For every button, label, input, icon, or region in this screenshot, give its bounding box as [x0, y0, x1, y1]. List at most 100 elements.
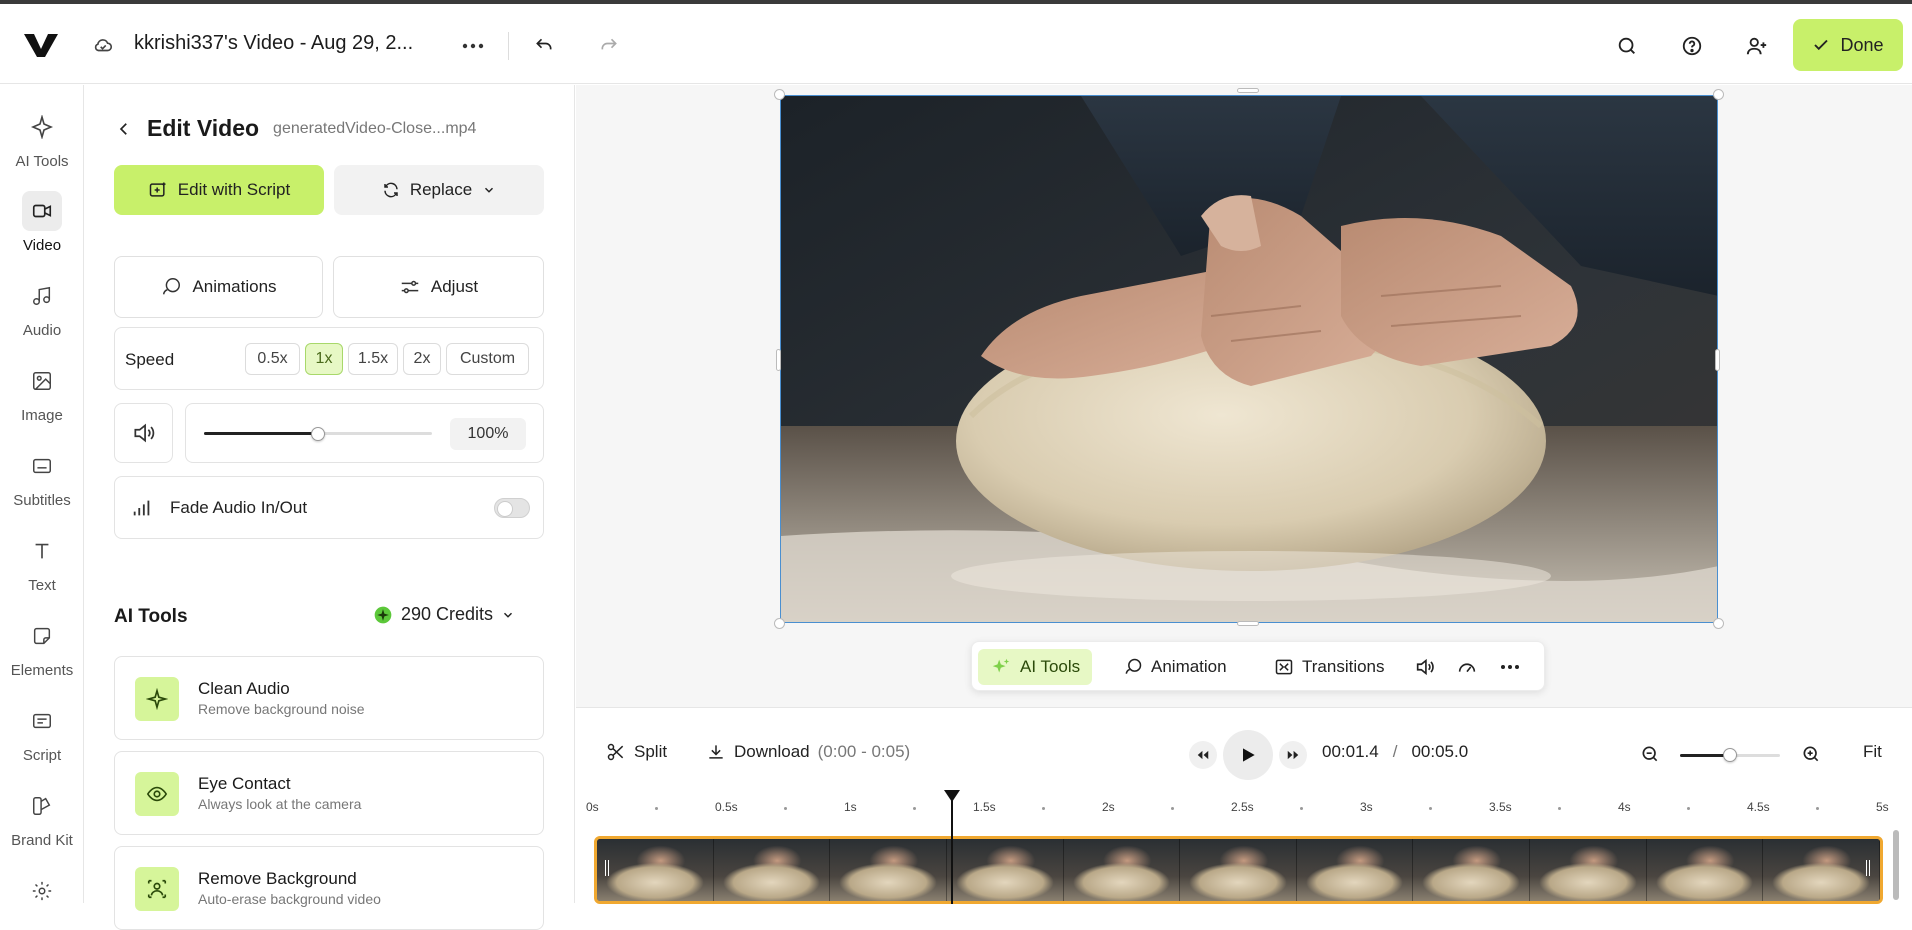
volume-button[interactable] [1408, 649, 1442, 685]
cloud-saved-icon [90, 32, 116, 58]
speed-label: Speed [125, 350, 175, 369]
resize-handle-top-right[interactable] [1713, 89, 1724, 100]
resize-handle-bottom-left[interactable] [774, 618, 785, 629]
clip-thumbnail [830, 839, 947, 901]
clip-trim-handle-right[interactable] [1866, 860, 1870, 876]
replace-button[interactable]: Replace [334, 165, 544, 215]
tool-card-remove-background[interactable]: Remove Background Auto-erase background … [114, 846, 544, 930]
rail-label: Image [21, 407, 63, 424]
project-title[interactable]: kkrishi337's Video - Aug 29, 2... [134, 32, 413, 55]
sparkle-icon [135, 677, 179, 721]
playhead[interactable] [951, 796, 954, 904]
rail-item-ai-tools[interactable]: AI Tools [0, 107, 84, 170]
resize-handle-left[interactable] [776, 349, 781, 371]
rewind-icon[interactable] [1189, 741, 1217, 769]
ai-tools-button[interactable]: AI Tools [978, 649, 1093, 685]
undo-icon[interactable] [530, 32, 558, 60]
zoom-in-icon[interactable] [1798, 741, 1824, 767]
download-button[interactable]: Download (0:00 - 0:05) [706, 742, 910, 762]
ruler-tick-label: 1s [844, 800, 857, 814]
zoom-slider-handle[interactable] [1723, 748, 1737, 762]
playhead-handle[interactable] [944, 790, 961, 802]
ruler-tick-label: 1.5s [973, 800, 996, 814]
transitions-button[interactable]: Transitions [1262, 649, 1397, 685]
person-cutout-icon [135, 867, 179, 911]
transitions-icon [1275, 659, 1293, 675]
speed-option-2x[interactable]: 2x [403, 343, 441, 375]
search-icon[interactable] [1613, 32, 1641, 60]
done-button[interactable]: Done [1793, 19, 1903, 71]
animations-button[interactable]: Animations [114, 256, 323, 318]
adjust-label: Adjust [430, 277, 479, 296]
ruler-tick-label: 4s [1618, 800, 1631, 814]
more-options-icon[interactable] [1494, 649, 1526, 685]
credits-dropdown[interactable]: 290 Credits [373, 604, 515, 625]
ruler-tick-label: 2.5s [1231, 800, 1254, 814]
ruler-tick-label: 0s [586, 800, 599, 814]
panel-title: Edit Video [147, 115, 260, 141]
speed-option-custom[interactable]: Custom [446, 343, 529, 375]
rail-item-subtitles[interactable]: Subtitles [0, 446, 84, 509]
speed-option-1-5x[interactable]: 1.5x [348, 343, 398, 375]
rail-item-audio[interactable]: Audio [0, 276, 84, 339]
resize-handle-right[interactable] [1715, 349, 1720, 371]
rail-label: Brand Kit [11, 832, 73, 849]
rail-item-brand-kit[interactable]: Brand Kit [0, 786, 84, 849]
scissors-icon [607, 743, 624, 761]
clip-thumbnail [1063, 839, 1181, 901]
mute-button[interactable] [114, 403, 173, 463]
time-ruler[interactable]: 0s 0.5s 1s 1.5s 2s 2.5s 3s 3.5s 4s 4.5s 5s [576, 796, 1912, 826]
ruler-tick-dot [1686, 807, 1690, 810]
ruler-tick-dot [1815, 807, 1819, 810]
video-clip[interactable] [594, 836, 1883, 904]
edit-with-script-button[interactable]: Edit with Script [114, 165, 324, 215]
speed-option-0-5x[interactable]: 0.5x [245, 343, 300, 375]
back-icon[interactable] [115, 120, 133, 138]
adjust-button[interactable]: Adjust [333, 256, 544, 318]
resize-handle-bottom-right[interactable] [1713, 618, 1724, 629]
fit-label: Fit [1863, 742, 1882, 761]
video-preview[interactable] [780, 95, 1718, 623]
clip-thumbnail [1413, 839, 1531, 901]
fast-forward-icon[interactable] [1279, 741, 1307, 769]
fade-audio-toggle[interactable] [494, 498, 530, 518]
speed-button[interactable] [1450, 649, 1484, 685]
volume-value[interactable]: 100% [450, 418, 526, 450]
redo-icon[interactable] [595, 32, 623, 60]
app-logo[interactable] [22, 30, 60, 60]
timeline-scrollbar[interactable] [1893, 830, 1899, 900]
ruler-tick-label: 0.5s [715, 800, 738, 814]
help-icon[interactable] [1678, 32, 1706, 60]
split-button[interactable]: Split [606, 742, 667, 762]
tool-card-clean-audio[interactable]: Clean Audio Remove background noise [114, 656, 544, 740]
more-options-icon[interactable] [458, 32, 488, 60]
rail-item-video[interactable]: Video [0, 191, 84, 254]
resize-handle-top-left[interactable] [774, 89, 785, 100]
ruler-tick-label: 4.5s [1747, 800, 1770, 814]
rail-label: Script [22, 747, 62, 764]
speed-option-1x[interactable]: 1x [305, 343, 343, 375]
eye-icon [135, 772, 179, 816]
rail-item-elements[interactable]: Elements [0, 616, 84, 679]
rail-item-image[interactable]: Image [0, 361, 84, 424]
play-button[interactable] [1223, 730, 1273, 780]
zoom-out-icon[interactable] [1637, 741, 1663, 767]
animation-icon [163, 278, 181, 295]
clip-trim-handle-left[interactable] [605, 860, 609, 876]
fade-audio-card: Fade Audio In/Out [114, 476, 544, 539]
fit-button[interactable]: Fit [1863, 742, 1882, 762]
resize-handle-top[interactable] [1237, 88, 1259, 93]
volume-icon [1416, 658, 1434, 676]
animation-button[interactable]: Animation [1111, 649, 1239, 685]
script-icon [22, 701, 62, 741]
tool-card-eye-contact[interactable]: Eye Contact Always look at the camera [114, 751, 544, 835]
clip-thumbnail [1763, 839, 1880, 901]
rail-item-script[interactable]: Script [0, 701, 84, 764]
rail-item-text[interactable]: Text [0, 531, 84, 594]
edit-with-script-label: Edit with Script [177, 180, 291, 199]
resize-handle-bottom[interactable] [1237, 621, 1259, 626]
ruler-tick-label: 5s [1876, 800, 1889, 814]
rail-item-settings[interactable] [0, 871, 84, 911]
add-user-icon[interactable] [1743, 32, 1771, 60]
volume-slider-handle[interactable] [311, 427, 325, 441]
